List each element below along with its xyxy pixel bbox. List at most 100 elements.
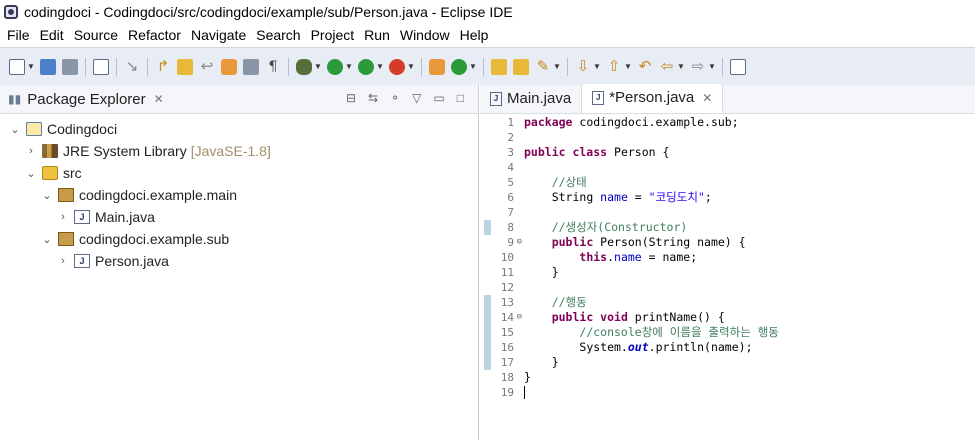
forward-icon[interactable]: ⇨ xyxy=(690,58,706,75)
string-literal: "코딩도치" xyxy=(648,190,705,204)
toggle-mark-occurrences-icon[interactable]: ↱ xyxy=(155,58,171,75)
chevron-right-icon[interactable]: › xyxy=(24,145,38,157)
chevron-down-icon[interactable]: ⌄ xyxy=(40,189,54,202)
code-text-span: . xyxy=(607,250,615,264)
menu-search[interactable]: Search xyxy=(251,27,305,43)
menu-help[interactable]: Help xyxy=(455,27,494,43)
tree-item-label: JRE System Library xyxy=(63,143,187,159)
project-tree: ⌄ Codingdoci › JRE System Library [JavaS… xyxy=(0,114,478,272)
java-file-icon: J xyxy=(74,210,90,224)
code-text-span: ; xyxy=(704,190,712,204)
line-number: 5 xyxy=(507,176,514,189)
next-annotation-icon[interactable]: ⇩ xyxy=(575,58,591,75)
tree-item-main-java[interactable]: › J Main.java xyxy=(0,206,478,228)
toolbar-separator xyxy=(722,57,723,76)
menu-bar: File Edit Source Refactor Navigate Searc… xyxy=(0,24,975,46)
tree-item-person-java[interactable]: › J Person.java xyxy=(0,250,478,272)
highlight-icon[interactable] xyxy=(177,58,193,75)
open-task-icon[interactable] xyxy=(513,58,529,75)
menu-refactor[interactable]: Refactor xyxy=(123,27,186,43)
menu-edit[interactable]: Edit xyxy=(35,27,69,43)
close-icon[interactable]: ✕ xyxy=(702,91,712,105)
code-text-span: String xyxy=(551,190,601,204)
show-whitespace-icon[interactable]: ¶ xyxy=(265,59,281,75)
previous-annotation-dropdown-icon[interactable]: ▼ xyxy=(624,59,632,75)
package-explorer-header: ▮▮ Package Explorer ✕ ⊟ ⇆ ⚬ ▽ ▭ □ xyxy=(0,85,478,114)
word-wrap-icon[interactable]: ↩ xyxy=(199,58,215,75)
tree-item-jre-library[interactable]: › JRE System Library [JavaSE-1.8] xyxy=(0,140,478,162)
chevron-right-icon[interactable]: › xyxy=(56,211,70,223)
new-java-project-icon[interactable] xyxy=(429,58,445,75)
close-icon[interactable]: ✕ xyxy=(154,92,164,106)
focus-task-icon[interactable]: ⚬ xyxy=(390,91,400,105)
menu-file[interactable]: File xyxy=(2,27,35,43)
external-tools-dropdown-icon[interactable]: ▼ xyxy=(407,59,415,75)
tree-item-package-sub[interactable]: ⌄ codingdoci.example.sub xyxy=(0,228,478,250)
coverage-dropdown-icon[interactable]: ▼ xyxy=(376,59,384,75)
line-number: 4 xyxy=(507,161,514,174)
jre-version-label: [JavaSE-1.8] xyxy=(190,143,271,159)
editor-tabs: J Main.java J *Person.java ✕ xyxy=(480,84,975,114)
minimize-icon[interactable]: ▭ xyxy=(433,91,444,105)
code-editor[interactable]: 1 2 3 4 5 6 7 8 9 ⊖ 10 11 12 13 14 ⊖ 15 16… xyxy=(480,115,975,440)
debug-dropdown-icon[interactable]: ▼ xyxy=(314,59,322,75)
open-type-icon[interactable] xyxy=(491,58,507,75)
debug-icon[interactable] xyxy=(296,58,312,75)
menu-project[interactable]: Project xyxy=(306,27,360,43)
tree-item-src[interactable]: ⌄ src xyxy=(0,162,478,184)
breadcrumb-icon[interactable] xyxy=(243,58,259,75)
open-perspective-icon[interactable] xyxy=(730,58,746,75)
new-dropdown-icon[interactable]: ▼ xyxy=(27,59,35,75)
menu-navigate[interactable]: Navigate xyxy=(186,27,251,43)
comment: //행동 xyxy=(551,295,587,309)
link-with-editor-icon[interactable]: ⇆ xyxy=(368,91,378,105)
new-class-dropdown-icon[interactable]: ▼ xyxy=(469,59,477,75)
java-file-icon: J xyxy=(490,91,502,106)
collapse-all-icon[interactable]: ⊟ xyxy=(346,91,356,105)
last-edit-icon[interactable]: ↶ xyxy=(637,58,653,75)
keyword: public void xyxy=(551,310,628,324)
new-class-icon[interactable] xyxy=(451,58,467,75)
view-menu-icon[interactable]: ▽ xyxy=(412,91,421,105)
menu-run[interactable]: Run xyxy=(359,27,395,43)
run-dropdown-icon[interactable]: ▼ xyxy=(345,59,353,75)
save-icon[interactable] xyxy=(40,58,56,75)
run-icon[interactable] xyxy=(327,58,343,75)
tab-person-java[interactable]: J *Person.java ✕ xyxy=(582,84,724,113)
tab-main-java[interactable]: J Main.java xyxy=(480,84,583,113)
save-all-icon[interactable] xyxy=(62,58,78,75)
menu-window[interactable]: Window xyxy=(395,27,455,43)
code-text[interactable]: package codingdoci.example.sub; public c… xyxy=(524,115,779,400)
external-tools-icon[interactable] xyxy=(389,58,405,75)
block-selection-icon[interactable] xyxy=(221,58,237,75)
eclipse-icon xyxy=(4,5,18,19)
skip-breakpoints-icon[interactable]: ↘ xyxy=(124,58,140,75)
code-line: //행동 xyxy=(524,295,779,310)
next-annotation-dropdown-icon[interactable]: ▼ xyxy=(593,59,601,75)
chevron-down-icon[interactable]: ⌄ xyxy=(40,233,54,246)
previous-annotation-icon[interactable]: ⇧ xyxy=(606,58,622,75)
line-number: 18 xyxy=(500,371,514,384)
tree-item-project[interactable]: ⌄ Codingdoci xyxy=(0,118,478,140)
chevron-down-icon[interactable]: ⌄ xyxy=(24,167,38,180)
chevron-down-icon[interactable]: ⌄ xyxy=(8,123,22,136)
line-number: 19 xyxy=(500,386,514,399)
fold-collapse-icon[interactable]: ⊖ xyxy=(517,310,522,325)
package-explorer-title[interactable]: Package Explorer xyxy=(27,91,145,108)
coverage-icon[interactable] xyxy=(358,58,374,75)
toolbar-separator xyxy=(288,57,289,76)
menu-source[interactable]: Source xyxy=(69,27,123,43)
forward-dropdown-icon[interactable]: ▼ xyxy=(708,59,716,75)
tree-item-package-main[interactable]: ⌄ codingdoci.example.main xyxy=(0,184,478,206)
search-dropdown-icon[interactable]: ▼ xyxy=(553,59,561,75)
chevron-right-icon[interactable]: › xyxy=(56,255,70,267)
comment: //생성자(Constructor) xyxy=(551,220,688,234)
fold-collapse-icon[interactable]: ⊖ xyxy=(517,235,522,250)
maximize-icon[interactable]: □ xyxy=(457,91,464,105)
line-number-fold: 14 ⊖ xyxy=(491,310,522,325)
terminal-icon[interactable] xyxy=(93,58,109,75)
search-icon[interactable]: ✎ xyxy=(535,58,551,75)
new-icon[interactable] xyxy=(9,58,25,75)
back-dropdown-icon[interactable]: ▼ xyxy=(677,59,685,75)
back-icon[interactable]: ⇦ xyxy=(659,58,675,75)
